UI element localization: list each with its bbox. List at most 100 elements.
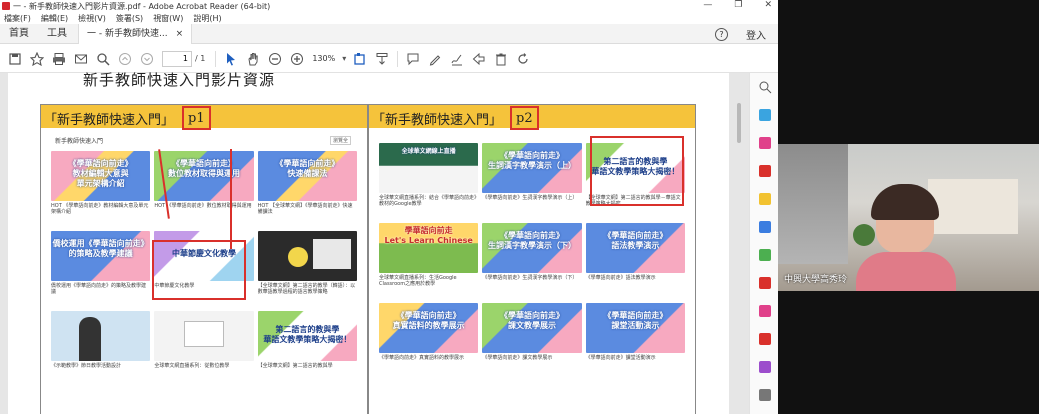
video-card[interactable]: 《學華語向前走》 語法教學演示 《學華語向前走》語法教學演示	[585, 223, 685, 295]
comment-icon[interactable]	[402, 48, 424, 70]
zoom-search-icon[interactable]	[92, 48, 114, 70]
video-card[interactable]: 全球華文網線上直播 全球華文網直播系列：結合《學華語向前走》教材的Google教…	[379, 143, 479, 215]
tab-close-icon[interactable]: ×	[176, 24, 184, 44]
tab-home[interactable]: 首頁	[0, 24, 38, 44]
menu-window[interactable]: 視窗(W)	[153, 13, 183, 24]
video-caption: 《學華語向前走》語法教學演示	[585, 275, 656, 281]
signin-button[interactable]: 登入	[746, 27, 766, 42]
help-icon[interactable]: ?	[715, 27, 728, 41]
video-caption: 《學華語向前走》課堂活動演示	[585, 355, 656, 361]
create-pdf-icon[interactable]	[750, 157, 779, 185]
video-card[interactable]: 第二語言的教與學 華語文教學策略大揭密！ 【全球華文網】第二語言的教與學	[257, 311, 357, 383]
minimize-button[interactable]: —	[703, 0, 712, 10]
video-card[interactable]: 【全球華文網】第二語言的教學（韓語）：以數華語教學過程的語言教學策略	[257, 231, 357, 303]
save-icon[interactable]	[4, 48, 26, 70]
scroll-icon[interactable]	[371, 48, 393, 70]
vertical-scrollbar[interactable]	[729, 73, 749, 414]
tab-tools[interactable]: 工具	[38, 24, 76, 44]
slide-header-text: 「新手教師快速入門」	[372, 112, 503, 128]
video-card[interactable]: 《學華語向前走》 課堂活動演示 《學華語向前走》課堂活動演示	[585, 303, 685, 375]
video-caption: 《示範教學》節日教學活動設計	[51, 363, 122, 369]
page-heading: 新手教師快速入門影片資源	[83, 71, 276, 89]
edit-pdf-icon[interactable]	[750, 129, 779, 157]
document-area: 新手教師快速入門影片資源 「新手教師快速入門」 p1 新手教師快速入門 瀏覽全 …	[0, 71, 749, 414]
combine-icon[interactable]	[750, 213, 779, 241]
video-card[interactable]: 《示範教學》節日教學活動設計	[51, 311, 151, 383]
comment-tool-icon[interactable]	[750, 185, 779, 213]
thumb-title: 學華語向前走 Let's Learn Chinese	[384, 226, 473, 245]
pen-icon[interactable]	[424, 48, 446, 70]
page-down-icon[interactable]	[136, 48, 158, 70]
menu-view[interactable]: 檢視(V)	[78, 13, 106, 24]
rotate-icon[interactable]	[512, 48, 534, 70]
video-card[interactable]: 《學華語向前走》 課文教學展示 《學華語向前走》課文教學展示	[482, 303, 582, 375]
video-caption: 全球華文網直播系列：從數位教學	[154, 363, 230, 369]
fill-sign-icon[interactable]	[750, 353, 779, 381]
title-bar: 一 - 新手教師快速入門影片資源.pdf - Adobe Acrobat Rea…	[0, 0, 778, 12]
star-icon[interactable]	[26, 48, 48, 70]
video-card[interactable]: 《學華語向前走》 教材編輯大意與 單元架構介紹 HOT 《學華語向前走》教材編輯…	[51, 151, 151, 223]
menu-edit[interactable]: 編輯(E)	[41, 13, 68, 24]
video-caption: 全球華文網直播系列：結合《學華語向前走》教材的Google教學	[379, 195, 477, 207]
zoom-tool-icon[interactable]	[750, 73, 779, 101]
view-all-button[interactable]: 瀏覽全	[329, 136, 351, 145]
video-card[interactable]: 《學華語向前走》 數位教材取得與運用 HOT 《學華語向前走》數位教材取得與運用	[154, 151, 254, 223]
chevron-down-icon[interactable]: ▾	[339, 48, 349, 70]
hand-icon[interactable]	[242, 48, 264, 70]
video-thumbnail: 學華語向前走 Let's Learn Chinese	[379, 223, 479, 273]
window-title: 一 - 新手教師快速入門影片資源.pdf - Adobe Acrobat Rea…	[13, 1, 271, 11]
video-thumbnail: 《學華語向前走》 生詞漢字教學演示（上）	[482, 143, 582, 193]
compress-icon[interactable]	[750, 269, 779, 297]
video-card[interactable]: 學華語向前走 Let's Learn Chinese 全球華文網直播系列：生活G…	[379, 223, 479, 295]
video-card[interactable]: 《學華語向前走》 生詞漢字教學演示（下） 《學華語向前走》生詞漢字教學演示（下）	[482, 223, 582, 295]
video-caption: 《學華語向前走》生詞漢字教學演示（上）	[482, 195, 578, 201]
video-card[interactable]: 《學華語向前走》 快速備課法 HOT 【全球華文網】《學華語向前走》快速備課法	[257, 151, 357, 223]
thumb-title: 第二語言的教與學 華語文教學策略大揭密！	[263, 325, 352, 344]
video-card[interactable]: 全球華文網直播系列：從數位教學	[154, 311, 254, 383]
share-icon[interactable]	[468, 48, 490, 70]
video-caption: 【全球華文網】第二語言的教與學	[257, 363, 333, 369]
video-card[interactable]: 《學華語向前走》 真實語料的教學展示 《學華語向前走》真實語料的教學展示	[379, 303, 479, 375]
cursor-icon[interactable]	[220, 48, 242, 70]
page-number-input[interactable]: 1	[162, 50, 192, 67]
page-up-icon[interactable]	[114, 48, 136, 70]
video-thumbnail: 《學華語向前走》 課文教學展示	[482, 303, 582, 353]
slide-header-text: 「新手教師快速入門」	[44, 112, 175, 128]
trash-icon[interactable]	[490, 48, 512, 70]
video-thumbnail: 《學華語向前走》 數位教材取得與運用	[154, 151, 254, 201]
video-caption: 僑校運用《學華語向前走》的策略及教學建議	[51, 283, 147, 295]
video-card[interactable]: 僑校運用《學華語向前走》 的策略及教學建議 僑校運用《學華語向前走》的策略及教學…	[51, 231, 151, 303]
scrollbar-thumb[interactable]	[737, 103, 741, 143]
thumb-title: 《學華語向前走》 生詞漢字教學演示（下）	[487, 231, 576, 250]
tab-document[interactable]: 一 - 新手教師快速... ×	[78, 23, 193, 44]
menu-file[interactable]: 檔案(F)	[4, 13, 31, 24]
zoom-in-icon[interactable]	[286, 48, 308, 70]
zoom-level-select[interactable]: 130%	[312, 54, 335, 63]
sign-icon[interactable]	[446, 48, 468, 70]
maximize-button[interactable]: ❐	[734, 0, 742, 10]
annotation-highlight-box	[590, 136, 684, 206]
screen-preview	[184, 321, 225, 347]
menu-sign[interactable]: 簽署(S)	[116, 13, 143, 24]
video-caption: 全球華文網直播系列：生活Google Classroom之應用於教學	[379, 275, 457, 287]
video-thumbnail: 《學華語向前走》 真實語料的教學展示	[379, 303, 479, 353]
video-thumbnail: 《學華語向前走》 生詞漢字教學演示（下）	[482, 223, 582, 273]
redact-icon[interactable]	[750, 297, 779, 325]
export-pdf-icon[interactable]	[750, 101, 779, 129]
print-icon[interactable]	[48, 48, 70, 70]
fit-page-icon[interactable]	[349, 48, 371, 70]
thumb-title: 《學華語向前走》 課堂活動演示	[603, 311, 668, 330]
video-call-panel: 中興大學高秀玲	[778, 0, 1039, 414]
organize-icon[interactable]	[750, 241, 779, 269]
participant-name: 中興大學高秀玲	[784, 275, 848, 285]
protect-icon[interactable]	[750, 325, 779, 353]
video-caption: 《學華語向前走》真實語料的教學展示	[379, 355, 465, 361]
menu-help[interactable]: 說明(H)	[193, 13, 221, 24]
more-tools-icon[interactable]	[750, 381, 779, 409]
zoom-out-icon[interactable]	[264, 48, 286, 70]
close-window-button[interactable]: ✕	[764, 0, 772, 10]
mail-icon[interactable]	[70, 48, 92, 70]
video-caption: 《學華語向前走》課文教學展示	[482, 355, 553, 361]
tab-bar: 首頁 工具 一 - 新手教師快速... × ? 登入	[0, 23, 778, 44]
video-card[interactable]: 《學華語向前走》 生詞漢字教學演示（上） 《學華語向前走》生詞漢字教學演示（上）	[482, 143, 582, 215]
